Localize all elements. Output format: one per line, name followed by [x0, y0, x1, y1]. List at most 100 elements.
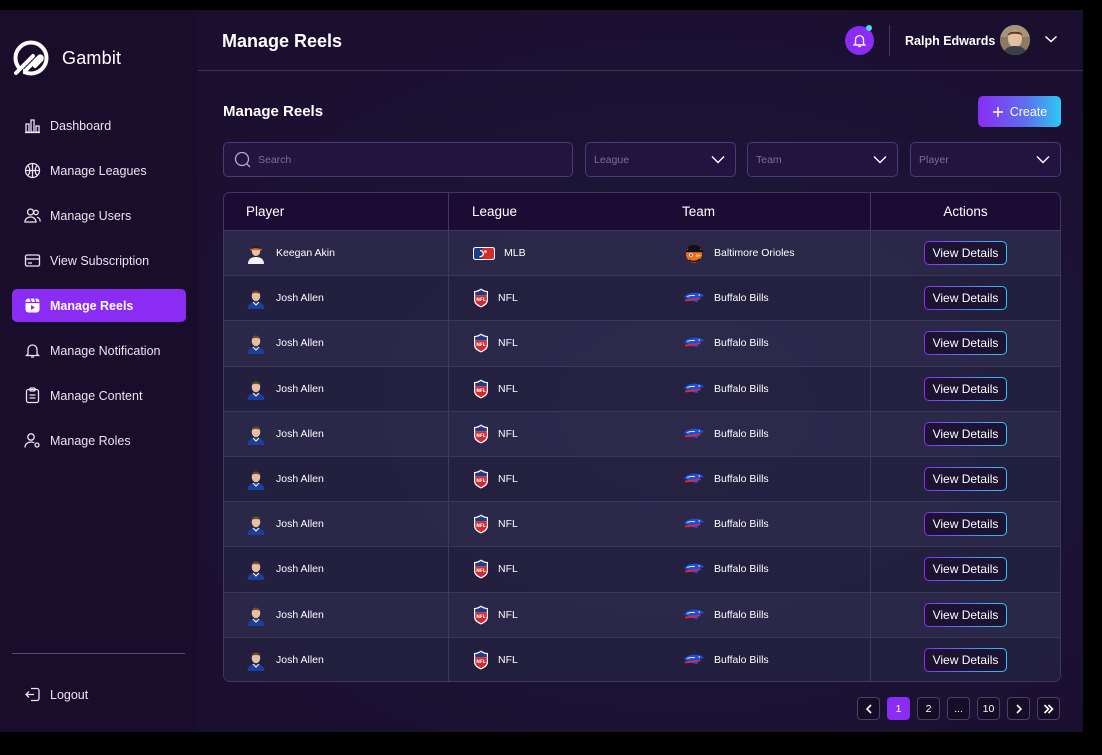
column-header-team[interactable]: Team — [674, 193, 870, 230]
view-details-button[interactable]: View Details — [924, 467, 1007, 491]
player-cell: Josh Allen — [224, 411, 449, 456]
player-select-value: Player — [919, 153, 949, 166]
table-row[interactable]: Josh Allen NFL NFL Buffalo Bills View Detail… — [224, 592, 1060, 638]
actions-cell: View Details — [870, 547, 1060, 592]
player-avatar-icon — [247, 426, 265, 445]
sidebar-item-manage-notification[interactable]: Manage Notification — [12, 334, 186, 367]
view-details-button[interactable]: View Details — [924, 331, 1007, 355]
player-avatar-icon — [247, 471, 265, 491]
nfl-logo-icon: NFL — [474, 424, 488, 444]
sidebar-item-manage-users[interactable]: Manage Users — [12, 199, 186, 232]
league-cell: NFL NFL — [449, 457, 674, 501]
create-button[interactable]: Create — [978, 96, 1061, 127]
page-ellipsis[interactable]: ... — [947, 697, 970, 720]
search-input[interactable] — [258, 153, 558, 166]
sidebar-item-manage-leagues[interactable]: Manage Leagues — [12, 154, 186, 187]
double-chevron-right-icon — [1043, 703, 1054, 714]
logout-button[interactable]: Logout — [12, 678, 186, 711]
player-cell: Josh Allen — [224, 637, 449, 681]
svg-text:NFL: NFL — [476, 613, 486, 619]
league-cell: NFL NFL — [449, 502, 674, 546]
column-header-league[interactable]: League — [449, 193, 674, 230]
page-button-2[interactable]: 2 — [917, 697, 940, 720]
table-row[interactable]: Josh Allen NFL NFL Buffalo Bills View Detail… — [224, 456, 1060, 503]
team-name: Buffalo Bills — [714, 473, 769, 486]
team-name: Buffalo Bills — [714, 563, 769, 576]
view-details-button[interactable]: View Details — [924, 422, 1007, 446]
page-button-1[interactable]: 1 — [887, 697, 910, 720]
league-select[interactable]: League — [585, 142, 736, 177]
bills-logo-icon — [684, 609, 704, 619]
svg-text:NFL: NFL — [476, 433, 486, 439]
notification-button[interactable] — [845, 25, 874, 55]
view-details-button[interactable]: View Details — [924, 241, 1007, 265]
player-cell: Josh Allen — [224, 366, 449, 411]
actions-cell: View Details — [870, 231, 1060, 276]
league-name: NFL — [498, 382, 518, 395]
sidebar-item-dashboard[interactable]: Dashboard — [12, 109, 186, 142]
table-row[interactable]: Josh Allen NFL NFL Buffalo Bills View Detail… — [224, 637, 1060, 681]
view-details-button[interactable]: View Details — [924, 557, 1007, 581]
prev-page-button[interactable] — [857, 697, 880, 720]
user-name[interactable]: Ralph Edwards — [905, 34, 995, 48]
last-page-button[interactable] — [1037, 697, 1060, 720]
next-page-button[interactable] — [1007, 697, 1030, 720]
team-cell: Buffalo Bills — [674, 547, 870, 591]
search-box[interactable] — [223, 142, 573, 177]
sidebar-item-label: View Subscription — [50, 253, 150, 268]
orioles-logo-icon — [686, 245, 703, 263]
page-button-10[interactable]: 10 — [977, 697, 1000, 720]
table-row[interactable]: Josh Allen NFL NFL Buffalo Bills View Detail… — [224, 547, 1060, 593]
column-header-actions: Actions — [870, 193, 1060, 230]
card-icon — [24, 252, 41, 269]
table-row[interactable]: Josh Allen NFL NFL Buffalo Bills View Detail… — [224, 276, 1060, 322]
brand[interactable]: Gambit — [12, 39, 121, 77]
users-icon — [24, 207, 41, 224]
league-name: NFL — [498, 473, 518, 486]
team-select[interactable]: Team — [747, 142, 898, 177]
create-label: Create — [1009, 104, 1048, 119]
table-row[interactable]: Keegan Akin MLB Baltimore Orioles View Deta… — [224, 231, 1060, 277]
bills-logo-icon — [684, 383, 704, 393]
league-name: NFL — [498, 608, 518, 621]
sidebar-item-manage-content[interactable]: Manage Content — [12, 379, 186, 412]
logout-label: Logout — [50, 687, 89, 702]
sidebar-item-manage-reels[interactable]: Manage Reels — [12, 289, 186, 322]
team-cell: Buffalo Bills — [674, 502, 870, 546]
view-details-button[interactable]: View Details — [924, 648, 1007, 672]
sidebar-item-label: Manage Content — [50, 388, 143, 403]
view-details-button[interactable]: View Details — [924, 603, 1007, 627]
view-details-button[interactable]: View Details — [924, 286, 1007, 310]
page-title: Manage Reels — [222, 31, 343, 51]
actions-cell: View Details — [870, 411, 1060, 456]
league-name: NFL — [498, 518, 518, 531]
view-details-button[interactable]: View Details — [924, 512, 1007, 536]
table-row[interactable]: Josh Allen NFL NFL Buffalo Bills View Detail… — [224, 321, 1060, 367]
player-select[interactable]: Player — [910, 142, 1061, 177]
league-cell: NFL NFL — [449, 367, 674, 411]
sidebar-item-manage-roles[interactable]: Manage Roles — [12, 424, 186, 457]
user-cog-icon — [24, 432, 41, 449]
player-avatar-icon — [247, 607, 265, 626]
table-header: Player League Team Actions — [224, 193, 1060, 231]
chevron-down-icon[interactable] — [1044, 34, 1058, 44]
view-details-button[interactable]: View Details — [924, 377, 1007, 401]
nfl-logo-icon: NFL — [474, 469, 488, 489]
bills-logo-icon — [684, 428, 704, 439]
table-row[interactable]: Josh Allen NFL NFL Buffalo Bills View Detail… — [224, 502, 1060, 548]
avatar[interactable] — [1000, 25, 1030, 55]
player-name: Josh Allen — [276, 518, 324, 531]
table-row[interactable]: Josh Allen NFL NFL Buffalo Bills View Detail… — [224, 366, 1060, 412]
column-header-player[interactable]: Player — [224, 193, 449, 230]
player-name: Josh Allen — [276, 654, 324, 667]
chevron-down-icon — [711, 156, 725, 164]
sidebar-item-view-subscription[interactable]: View Subscription — [12, 244, 186, 277]
svg-text:NFL: NFL — [476, 659, 486, 665]
table-row[interactable]: Josh Allen NFL NFL Buffalo Bills View Detail… — [224, 411, 1060, 457]
player-name: Josh Allen — [276, 608, 324, 621]
bills-logo-icon — [684, 518, 704, 529]
actions-cell: View Details — [870, 456, 1060, 502]
player-avatar-icon — [248, 245, 264, 265]
actions-cell: View Details — [870, 321, 1060, 366]
brand-name: Gambit — [62, 47, 122, 68]
